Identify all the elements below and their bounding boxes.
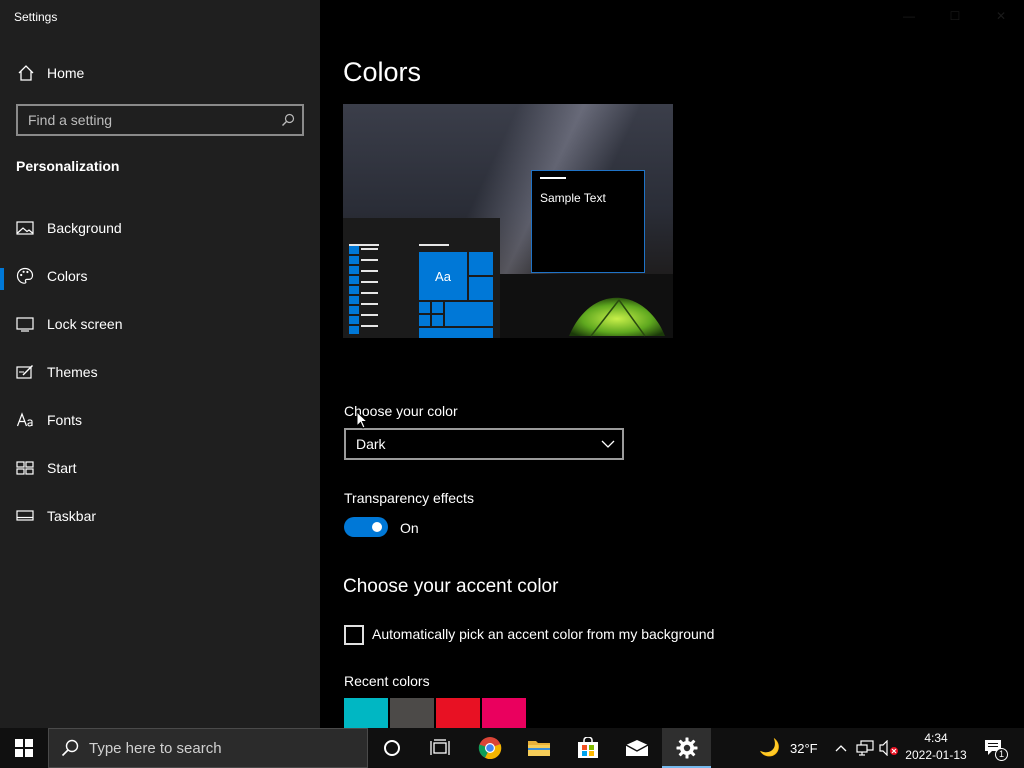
toggle-knob xyxy=(372,522,382,532)
recent-color-swatch[interactable] xyxy=(482,698,526,728)
home-nav-item[interactable]: Home xyxy=(16,62,84,84)
volume-button[interactable] xyxy=(878,728,900,768)
folder-icon xyxy=(528,741,550,756)
sidebar-item-start[interactable]: Start xyxy=(0,444,320,492)
sidebar-item-taskbar[interactable]: Taskbar xyxy=(0,492,320,540)
choose-color-value: Dark xyxy=(356,436,386,452)
sidebar-item-label: Colors xyxy=(47,268,88,284)
preview-app-list xyxy=(349,246,359,336)
search-icon[interactable] xyxy=(274,106,302,134)
taskbar-icon xyxy=(16,507,34,525)
find-setting-input[interactable] xyxy=(18,112,274,128)
choose-color-dropdown[interactable]: Dark xyxy=(344,428,624,460)
chrome-icon xyxy=(478,737,502,760)
home-icon xyxy=(16,63,36,83)
taskbar-clock[interactable]: 4:34 2022-01-13 xyxy=(902,730,970,764)
action-center-button[interactable]: 1 xyxy=(978,728,1010,768)
mouse-cursor-icon xyxy=(356,411,368,429)
weather-button[interactable]: 🌙 xyxy=(758,728,782,768)
settings-sidebar: Settings Home Personalization Background… xyxy=(0,0,320,728)
palette-icon xyxy=(16,267,34,285)
section-title: Personalization xyxy=(16,158,120,174)
windows-logo-icon xyxy=(15,739,33,757)
maximize-button[interactable]: ☐ xyxy=(932,0,978,32)
find-setting-search[interactable] xyxy=(16,104,304,136)
show-hidden-icons-button[interactable] xyxy=(832,728,850,768)
recent-colors xyxy=(344,698,526,728)
chevron-up-icon xyxy=(835,745,847,752)
transparency-label: Transparency effects xyxy=(344,490,474,506)
search-icon xyxy=(61,739,79,757)
task-view-button[interactable] xyxy=(416,728,464,768)
taskbar-search-input[interactable] xyxy=(89,739,329,757)
recent-colors-label: Recent colors xyxy=(344,673,430,689)
chevron-down-icon xyxy=(601,440,615,448)
recent-color-swatch[interactable] xyxy=(436,698,480,728)
auto-accent-label[interactable]: Automatically pick an accent color from … xyxy=(372,626,714,642)
volume-muted-icon xyxy=(879,740,898,756)
mail-icon xyxy=(625,740,649,756)
sidebar-item-label: Themes xyxy=(47,364,98,380)
sidebar-item-background[interactable]: Background xyxy=(0,204,320,252)
task-view-icon xyxy=(430,739,450,755)
close-button[interactable]: ✕ xyxy=(978,0,1024,32)
accent-heading: Choose your accent color xyxy=(343,576,559,597)
preview-tiles: Aa xyxy=(419,252,495,338)
home-label: Home xyxy=(47,65,85,81)
cortana-button[interactable] xyxy=(368,728,416,768)
preview-sample-window: Sample Text xyxy=(531,170,645,273)
store-icon xyxy=(578,737,598,758)
minimize-button[interactable]: — xyxy=(886,0,932,32)
sidebar-item-themes[interactable]: Themes xyxy=(0,348,320,396)
transparency-state: On xyxy=(400,520,419,536)
sample-text: Sample Text xyxy=(540,191,606,205)
network-icon xyxy=(856,740,874,756)
cortana-icon xyxy=(384,740,400,756)
tent-image xyxy=(569,297,665,337)
sidebar-item-label: Start xyxy=(47,460,77,476)
themes-icon xyxy=(16,363,34,381)
transparency-toggle[interactable] xyxy=(344,517,388,537)
clock-time: 4:34 xyxy=(924,731,948,745)
start-icon xyxy=(16,459,34,477)
colors-page: Colors Aa Sample Text Choose your color … xyxy=(320,0,1024,728)
sidebar-item-colors[interactable]: Colors xyxy=(0,252,320,300)
sidebar-item-label: Taskbar xyxy=(47,508,97,524)
mail-button[interactable] xyxy=(613,728,661,768)
preview-list-lines xyxy=(361,248,378,336)
preview-tile-bar xyxy=(419,244,449,246)
sidebar-item-label: Fonts xyxy=(47,412,83,428)
chrome-taskbar-button[interactable] xyxy=(466,728,514,768)
taskbar: 🌙 32°F 4:34 2022-01-13 1 xyxy=(0,728,1024,768)
picture-icon xyxy=(16,219,34,237)
recent-color-swatch[interactable] xyxy=(390,698,434,728)
sidebar-item-fonts[interactable]: Fonts xyxy=(0,396,320,444)
store-button[interactable] xyxy=(564,728,612,768)
gear-icon xyxy=(676,737,697,759)
fonts-icon xyxy=(16,411,34,429)
preview-list-bar xyxy=(349,244,379,246)
moon-icon: 🌙 xyxy=(759,738,781,757)
recent-color-swatch[interactable] xyxy=(344,698,388,728)
sidebar-item-label: Lock screen xyxy=(47,316,123,332)
sidebar-item-label: Background xyxy=(47,220,122,236)
color-preview: Aa Sample Text xyxy=(343,104,673,338)
start-button[interactable] xyxy=(0,728,48,768)
file-explorer-button[interactable] xyxy=(515,728,563,768)
settings-taskbar-button[interactable] xyxy=(662,728,711,768)
clock-date: 2022-01-13 xyxy=(905,748,967,762)
network-button[interactable] xyxy=(854,728,876,768)
taskbar-search[interactable] xyxy=(48,728,368,768)
preview-tile-aa: Aa xyxy=(419,252,467,300)
app-title: Settings xyxy=(14,10,58,24)
auto-accent-checkbox[interactable] xyxy=(344,625,364,645)
notification-count-badge: 1 xyxy=(995,748,1008,761)
lock-screen-icon xyxy=(16,315,34,333)
sidebar-item-lock-screen[interactable]: Lock screen xyxy=(0,300,320,348)
page-title: Colors xyxy=(343,57,422,87)
weather-temperature[interactable]: 32°F xyxy=(790,741,818,756)
personalization-nav: Background Colors Lock screen Themes Fon… xyxy=(0,204,320,540)
